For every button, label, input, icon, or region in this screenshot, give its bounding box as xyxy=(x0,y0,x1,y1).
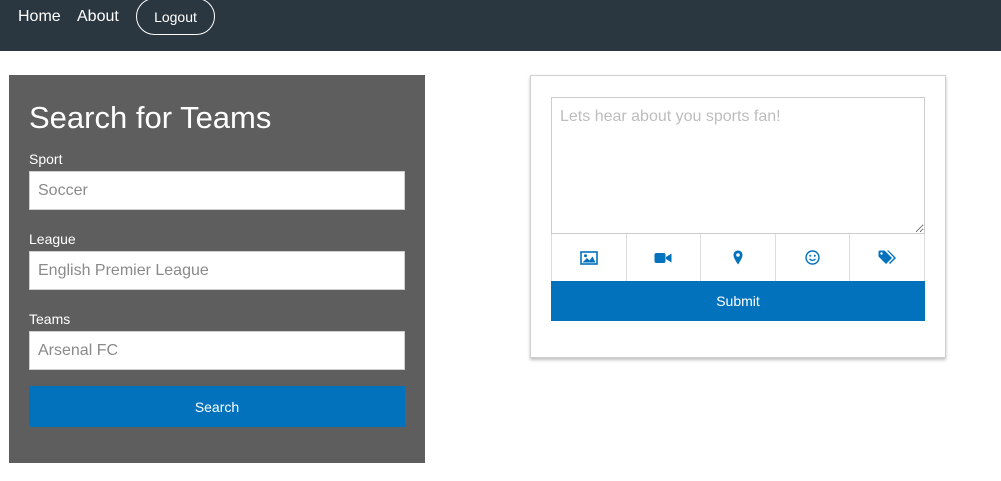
post-attachment-toolbar xyxy=(551,234,925,281)
video-camera-icon xyxy=(654,252,672,263)
add-location-button[interactable] xyxy=(701,234,776,281)
sport-label: Sport xyxy=(29,151,63,167)
map-pin-icon xyxy=(733,250,743,265)
search-panel: Search for Teams Sport League Teams Sear… xyxy=(9,75,425,463)
add-video-button[interactable] xyxy=(626,234,702,281)
league-input[interactable] xyxy=(29,251,405,290)
logout-button[interactable]: Logout xyxy=(136,0,215,35)
add-tags-button[interactable] xyxy=(850,234,925,281)
add-image-button[interactable] xyxy=(552,234,627,281)
add-emoji-button[interactable] xyxy=(775,234,851,281)
search-title: Search for Teams xyxy=(29,100,272,135)
image-icon xyxy=(579,250,598,265)
teams-input[interactable] xyxy=(29,331,405,370)
submit-button[interactable]: Submit xyxy=(551,281,925,321)
tags-icon xyxy=(878,250,896,264)
top-navbar: Home About Logout xyxy=(0,0,1001,51)
search-button[interactable]: Search xyxy=(29,386,405,427)
nav-about-link[interactable]: About xyxy=(77,7,119,27)
post-textarea[interactable] xyxy=(551,97,925,234)
league-label: League xyxy=(29,231,76,247)
post-card: Submit xyxy=(530,75,946,358)
nav-home-link[interactable]: Home xyxy=(18,7,61,27)
smiley-icon xyxy=(805,250,820,265)
sport-input[interactable] xyxy=(29,171,405,210)
teams-label: Teams xyxy=(29,311,71,327)
